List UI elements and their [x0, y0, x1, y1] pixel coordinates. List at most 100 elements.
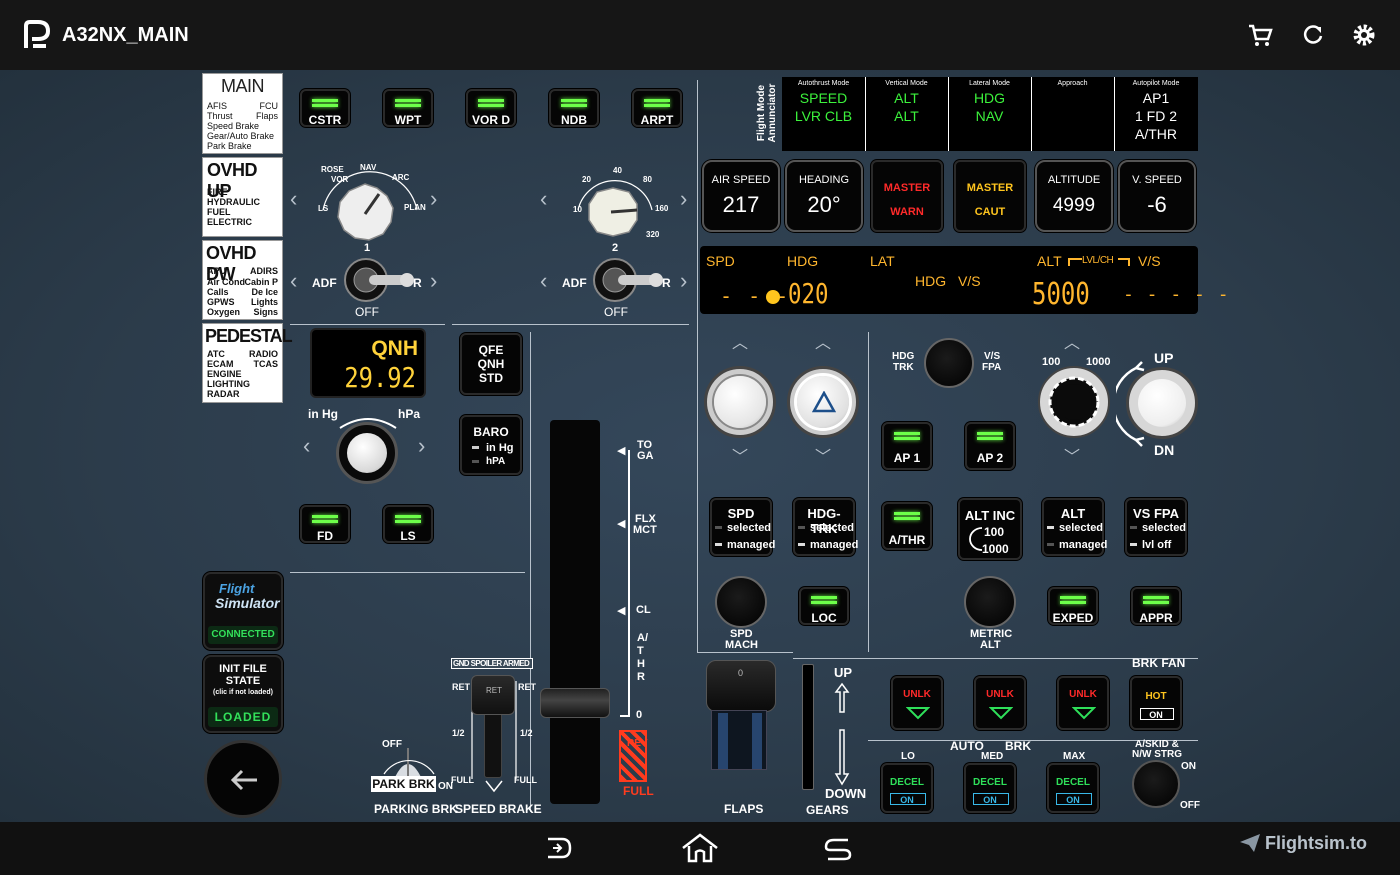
init-file-button[interactable]: INIT FILE STATE (clic if not loaded) LOA…: [203, 655, 283, 733]
menu-ovhd-dw[interactable]: OVHD DW APU ADIRS Air Cond Cabin P Calls…: [202, 240, 283, 320]
baro-knob[interactable]: [336, 422, 398, 484]
hpa-label: hPa: [398, 407, 421, 421]
nav-home-icon[interactable]: [680, 832, 720, 864]
hdgtrk-vsfpa-button[interactable]: [924, 338, 974, 388]
gear-lever-track[interactable]: [802, 664, 814, 790]
thrust-lever-handle[interactable]: [540, 688, 610, 718]
chevron-right-icon[interactable]: ›: [430, 270, 437, 292]
wpt-button[interactable]: WPT: [383, 89, 433, 127]
menu-ovhd-up[interactable]: OVHD UP FIRE HYDRAULIC FUEL ELECTRIC: [202, 157, 283, 237]
autobrk-med-button[interactable]: DECEL ON: [964, 763, 1016, 813]
metric-alt-button[interactable]: [964, 576, 1016, 628]
arpt-button[interactable]: ARPT: [632, 89, 682, 127]
nd-range-knob[interactable]: [585, 186, 641, 238]
ndb-button[interactable]: NDB: [549, 89, 599, 127]
fma-vertical-header: Vertical Mode: [885, 80, 928, 87]
antiskid-switch[interactable]: [1132, 760, 1180, 808]
flaps-handle[interactable]: 0: [706, 660, 776, 712]
fpa-label: FPA: [982, 362, 1002, 373]
baro-button[interactable]: BARO in Hg hPA: [460, 415, 522, 475]
chevron-up-icon[interactable]: ︿: [1064, 336, 1080, 352]
fma-vertical-armed: ALT: [894, 108, 919, 124]
ap2-button[interactable]: AP 2: [965, 422, 1015, 470]
chevron-right-icon[interactable]: ›: [418, 435, 425, 457]
nav-recent-icon[interactable]: [822, 836, 854, 862]
nd-plan-label: PLAN: [404, 203, 426, 212]
menu-pedestal[interactable]: PEDESTAL ATC RADIO ECAM TCAS ENGINE LIGH…: [202, 323, 293, 403]
ls-button[interactable]: LS: [383, 505, 433, 543]
menu-item: RADAR: [207, 389, 240, 399]
chevron-right-icon[interactable]: ›: [680, 188, 687, 210]
vsfpa-mode-button[interactable]: VS FPA selected lvl off: [1125, 498, 1187, 556]
range-label: 40: [613, 166, 622, 175]
menu-item: De Ice: [251, 287, 278, 297]
nd-arc-label: ARC: [392, 173, 410, 182]
autobrk-max-label: MAX: [1063, 751, 1086, 762]
fma-lateral-mode: HDG: [973, 90, 1006, 106]
appr-button[interactable]: APPR: [1131, 587, 1181, 625]
unlk-label: UNLK: [1069, 689, 1097, 700]
fcu-hdg-value: 020: [788, 277, 829, 310]
menu-item: Lights: [251, 297, 278, 307]
fcu-alt-value: 5000: [1032, 277, 1090, 312]
back-button[interactable]: [204, 740, 282, 818]
alt-selected: selected: [1059, 522, 1104, 534]
loc-button[interactable]: LOC: [799, 587, 849, 625]
exped-button[interactable]: EXPED: [1048, 587, 1098, 625]
chevron-down-icon[interactable]: ﹀: [815, 450, 831, 466]
baro-title: BARO: [473, 425, 509, 439]
detent-pointer-icon: ◀: [617, 605, 626, 617]
app-title: A32NX_MAIN: [62, 24, 189, 46]
autobrk-max-button[interactable]: DECEL ON: [1047, 763, 1099, 813]
cstr-label: CSTR: [308, 113, 342, 127]
chevron-up-icon[interactable]: ︿: [815, 336, 831, 352]
menu-main[interactable]: MAIN AFIS FCU Thrust Flaps Speed Brake G…: [202, 73, 283, 154]
athr-button[interactable]: A/THR: [882, 502, 932, 550]
alt-mode-button[interactable]: ALT selected managed: [1042, 498, 1107, 556]
cstr-button[interactable]: CSTR: [300, 89, 350, 127]
simconnect-status[interactable]: Flight Simulator CONNECTED: [203, 572, 283, 650]
chevron-left-icon[interactable]: ‹: [290, 188, 297, 210]
cart-icon[interactable]: [1247, 23, 1273, 47]
unlk-label: UNLK: [986, 689, 1014, 700]
alt-knob[interactable]: [1038, 366, 1110, 438]
spd-mode-button[interactable]: SPD selected managed: [710, 498, 775, 556]
flaps-gate: [711, 710, 767, 770]
gear-right-unlk: UNLK: [1057, 676, 1109, 730]
brk-fan-button[interactable]: HOT ON: [1130, 676, 1182, 730]
chevron-down-icon[interactable]: ﹀: [1064, 450, 1080, 466]
qfe-qnh-std-button[interactable]: QFE QNH STD: [460, 333, 522, 395]
chevron-up-icon[interactable]: ︿: [732, 336, 748, 352]
chevron-left-icon[interactable]: ‹: [540, 188, 547, 210]
brk-fan-on-label: ON: [1149, 710, 1163, 720]
nav-back-icon[interactable]: [544, 835, 574, 861]
adf1-toggle-switch[interactable]: [343, 257, 415, 303]
spd-knob[interactable]: [704, 366, 776, 438]
master-caut-button[interactable]: MASTER CAUT: [954, 160, 1026, 232]
spd-mach-button[interactable]: [715, 576, 767, 628]
chevron-left-icon[interactable]: ‹: [303, 435, 310, 457]
hdgtrk-mode-button[interactable]: HDG-TRK selected managed: [793, 498, 858, 556]
vs-selected: selected: [1142, 522, 1187, 534]
vs-knob[interactable]: [1126, 367, 1198, 439]
alt-inc-button[interactable]: ALT INC 100 1000: [958, 498, 1022, 560]
chevron-down-icon[interactable]: ﹀: [732, 450, 748, 466]
chevron-left-icon[interactable]: ‹: [540, 270, 547, 292]
fd-button[interactable]: FD: [300, 505, 350, 543]
chevron-left-icon[interactable]: ‹: [290, 270, 297, 292]
hdg-knob[interactable]: [787, 366, 859, 438]
adf2-toggle-switch[interactable]: [592, 257, 664, 303]
refresh-icon[interactable]: [1302, 24, 1324, 46]
ap1-button[interactable]: AP 1: [882, 422, 932, 470]
antiskid-on: ON: [1181, 761, 1196, 772]
managed-dot-icon: [766, 290, 780, 304]
autobrk-lo-button[interactable]: DECEL ON: [881, 763, 933, 813]
master-warn-button[interactable]: MASTER WARN: [871, 160, 943, 232]
speed-brake-label: SPEED BRAKE: [455, 802, 542, 816]
vord-button[interactable]: VOR D: [466, 89, 516, 127]
speedbrake-handle[interactable]: RET: [471, 675, 515, 715]
settings-icon[interactable]: [1352, 23, 1376, 47]
chevron-right-icon[interactable]: ›: [680, 270, 687, 292]
fcu-vs-label: V/S: [1138, 253, 1161, 269]
nd-mode-knob[interactable]: [335, 182, 395, 242]
